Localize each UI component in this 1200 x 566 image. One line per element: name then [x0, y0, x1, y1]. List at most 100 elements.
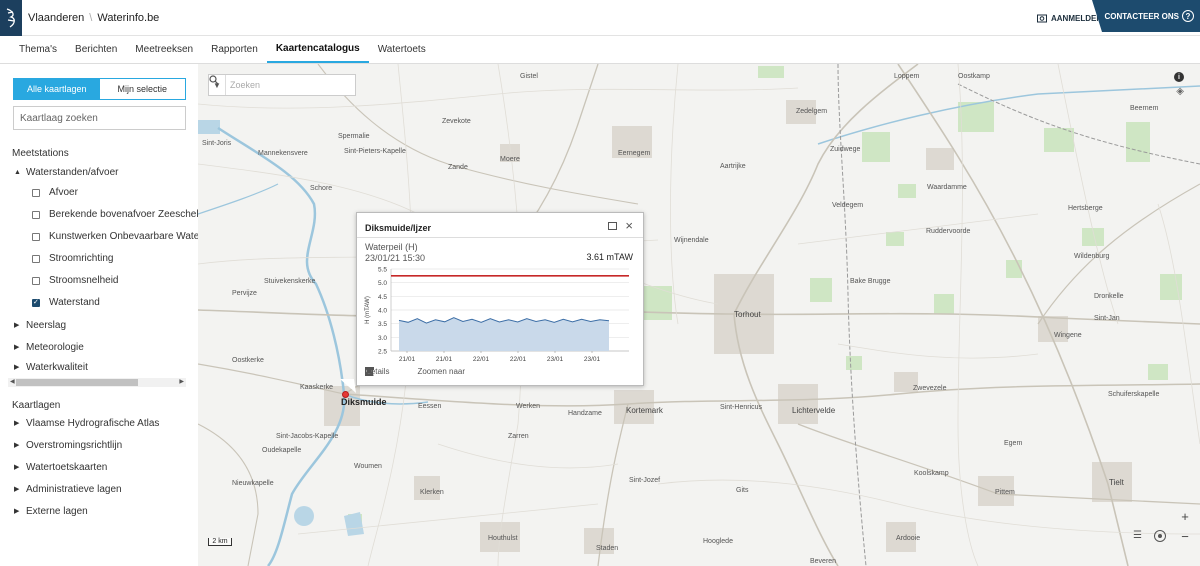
map-city-label: Lichtervelde [792, 406, 836, 415]
expand-window-icon[interactable] [608, 222, 617, 230]
map-place-label: Oudekapelle [262, 447, 302, 454]
zoom-to-link[interactable]: Zoomen naar [365, 367, 465, 376]
map-place-label: Mannekensvere [258, 150, 308, 157]
chart-y-tick-label: 4.5 [378, 294, 387, 301]
group-neerslag[interactable]: ▶ Neerslag [14, 314, 198, 336]
group-administratieve-lagen[interactable]: ▶ Administratieve lagen [14, 478, 198, 500]
label-stroomrichting: Stroomrichting [49, 253, 114, 264]
top-bar: Vlaanderen \ Waterinfo.be AANMELDEN CONT… [0, 0, 1200, 36]
checkbox-stroomrichting[interactable] [32, 255, 40, 263]
zoom-in-button[interactable]: + [1178, 510, 1192, 524]
group-externe-lagen-label: Externe lagen [26, 505, 88, 517]
group-watertoetskaarten-label: Watertoetskaarten [26, 461, 108, 473]
scale-bar: 2 km [208, 538, 232, 546]
chart-x-tick-label: 22/01 [510, 356, 527, 363]
scroll-right-icon[interactable]: ▶ [179, 378, 184, 385]
map-place-label: Gits [736, 487, 749, 494]
my-selection-tab[interactable]: Mijn selectie [99, 79, 185, 99]
tab-rapporten[interactable]: Rapporten [202, 36, 267, 63]
station-marker-diksmuide[interactable] [342, 391, 349, 398]
map-place-label: Zevekote [442, 118, 471, 125]
group-meteorologie-label: Meteorologie [26, 341, 84, 353]
meetstations-heading: Meetstations [12, 148, 69, 159]
tab-themas[interactable]: Thema's [10, 36, 66, 63]
label-waterstand: Waterstand [49, 297, 100, 308]
station-popup: Diksmuide/Ijzer × Waterpeil (H) 23/01/21… [356, 212, 644, 386]
map-place-label: Beernem [1130, 105, 1159, 112]
scrollbar-thumb[interactable] [16, 379, 138, 386]
chart-x-tick-label: 22/01 [473, 356, 490, 363]
map-place-label: Zande [448, 164, 468, 171]
group-hydrografische-atlas-label: Vlaamse Hydrografische Atlas [26, 417, 160, 429]
group-meteorologie[interactable]: ▶ Meteorologie [14, 336, 198, 358]
map-search-input[interactable] [226, 80, 339, 90]
map-place-label: Koolskamp [914, 470, 949, 477]
tab-berichten[interactable]: Berichten [66, 36, 126, 63]
group-waterkwaliteit-label: Waterkwaliteit [26, 361, 88, 373]
contact-label: CONTACTEER ONS [1104, 11, 1179, 21]
map-view[interactable]: Gistel Loppem Oostkamp Zedelgem Beernem Sperm… [198, 64, 1200, 566]
tab-watertoets[interactable]: Watertoets [369, 36, 435, 63]
map-place-label: Egem [1004, 440, 1023, 447]
tab-meetreeksen[interactable]: Meetreeksen [126, 36, 202, 63]
map-place-label: Stuivekenskerke [264, 278, 316, 285]
chart-x-tick-label: 21/01 [436, 356, 453, 363]
group-administratieve-lagen-label: Administratieve lagen [26, 483, 122, 495]
map-place-label: Sint-Henricus [720, 404, 763, 411]
popup-title: Diksmuide/Ijzer [365, 223, 432, 233]
group-hydrografische-atlas[interactable]: ▶ Vlaamse Hydrografische Atlas [14, 412, 198, 434]
chart-x-tick-label: 23/01 [547, 356, 564, 363]
waterpeil-chart[interactable]: 5.5 5.0 4.5 4.0 3.5 3.0 2.5 21/01 21/01 22/01 22/0… [357, 265, 645, 375]
map-place-label: Staden [596, 545, 619, 552]
checkbox-afvoer[interactable] [32, 189, 40, 197]
map-place-label: Sint-Joris [202, 140, 232, 147]
map-city-label: Tielt [1109, 478, 1124, 487]
group-watertoetskaarten[interactable]: ▶ Watertoetskaarten [14, 456, 198, 478]
map-place-label: Pittem [995, 489, 1015, 496]
group-waterkwaliteit[interactable]: ▶ Waterkwaliteit [14, 356, 198, 378]
group-overstromingsrichtlijn-label: Overstromingsrichtlijn [26, 439, 123, 451]
group-overstromingsrichtlijn[interactable]: ▶ Overstromingsrichtlijn [14, 434, 198, 456]
map-place-label: Moere [500, 156, 520, 163]
checkbox-waterstand[interactable] [32, 298, 40, 307]
group-externe-lagen[interactable]: ▶ Externe lagen [14, 500, 198, 522]
layer-search-input[interactable] [13, 106, 186, 130]
info-icon[interactable]: i [1174, 72, 1184, 82]
group-waterstanden-label: Waterstanden/afvoer [26, 166, 119, 178]
list-icon[interactable]: ☰ [1133, 530, 1142, 541]
waterstanden-items: Afvoer Berekende bovenafvoer Zeeschelde … [0, 183, 227, 315]
map-place-label: Wijnendale [674, 237, 709, 244]
checkbox-kunstwerken[interactable] [32, 233, 40, 241]
map-place-label: Nieuwkapelle [232, 480, 274, 487]
map-city-label: Diksmuide [341, 397, 387, 407]
map-place-label: Zarren [508, 433, 529, 440]
map-place-label: Gistel [520, 73, 538, 80]
map-place-label: Sint-Pieters-Kapelle [344, 148, 406, 155]
caret-right-icon: ▶ [14, 344, 20, 351]
zoom-out-button[interactable]: − [1178, 530, 1192, 544]
all-layers-tab[interactable]: Alle kaartlagen [14, 79, 100, 99]
tab-kaartencatalogus[interactable]: Kaartencatalogus [266, 36, 369, 63]
vlaanderen-logo[interactable] [0, 0, 22, 36]
locate-icon[interactable] [1154, 530, 1166, 542]
checkbox-bovenafvoer[interactable] [32, 211, 40, 219]
group-waterstanden[interactable]: ▲ Waterstanden/afvoer [14, 161, 198, 183]
map-place-label: Oostkerke [232, 357, 264, 364]
map-place-label: Zedelgem [796, 108, 828, 115]
caret-right-icon: ▶ [14, 442, 20, 449]
map-place-label: Hooglede [703, 538, 733, 545]
close-icon[interactable]: × [625, 218, 633, 233]
scroll-left-icon[interactable]: ◀ [10, 378, 15, 385]
checkbox-stroomsnelheid[interactable] [32, 277, 40, 285]
horizontal-scrollbar[interactable]: ◀ ▶ [8, 378, 186, 387]
brand[interactable]: Vlaanderen \ Waterinfo.be [28, 0, 159, 36]
map-place-label: Werken [516, 403, 540, 410]
map-place-label: Aartrijke [720, 163, 746, 170]
map-place-label: Wingene [1054, 332, 1082, 339]
map-place-label: Dronkelle [1094, 293, 1124, 300]
layers-icon[interactable]: ◈ [1176, 86, 1184, 97]
map-place-label: Eessen [418, 403, 442, 410]
contact-button[interactable]: CONTACTEER ONS ? [1092, 0, 1200, 32]
layer-toggle: Alle kaartlagen Mijn selectie [13, 78, 186, 100]
map-place-label: Wildenburg [1074, 253, 1110, 260]
